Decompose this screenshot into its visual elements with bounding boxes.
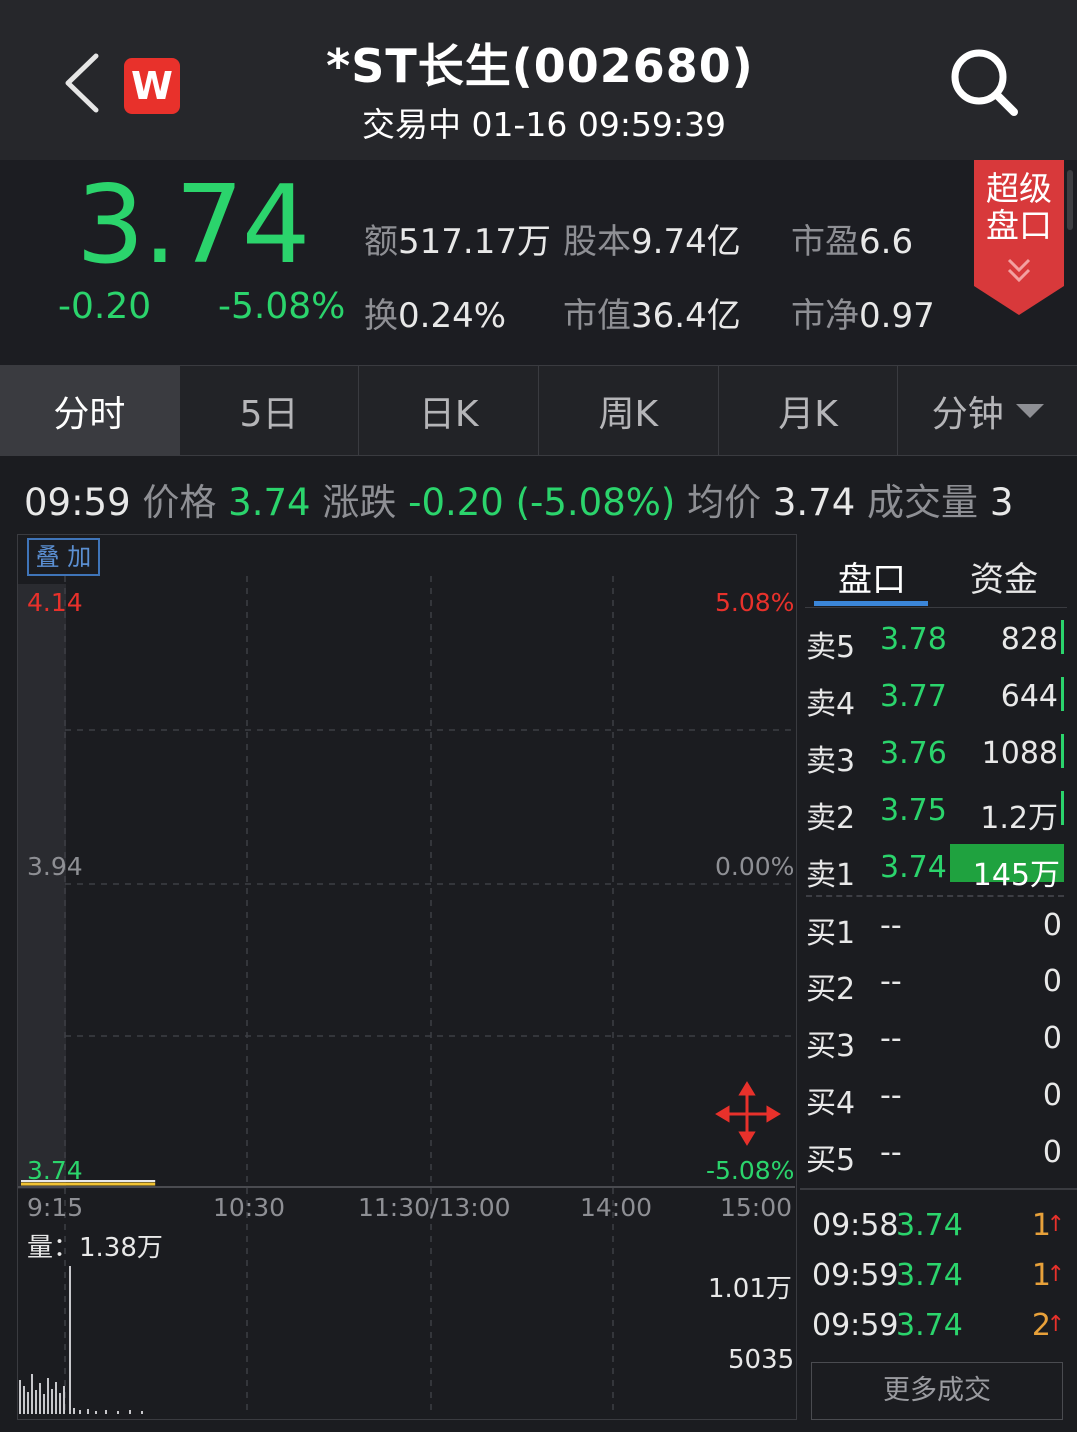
ask-row-2[interactable]: 卖2 3.75 1.2万: [806, 785, 1064, 836]
bid-row-4[interactable]: 买4 -- 0: [806, 1070, 1064, 1121]
chart-canvas: [18, 576, 795, 1414]
tab-weekly-k[interactable]: 周K: [539, 366, 719, 455]
y-axis-mid: 3.94: [27, 852, 83, 881]
volume-bar: [1061, 620, 1064, 654]
volume-axis-mid: 5035: [728, 1345, 795, 1375]
tab-intraday[interactable]: 分时: [0, 366, 180, 455]
crosshair-info: 09:59 价格 3.74 涨跌 -0.20 (-5.08%) 均价 3.74 …: [24, 481, 1014, 524]
back-arrow-icon[interactable]: [58, 52, 108, 114]
pre-market-area: [18, 584, 66, 1189]
stat-pe: 市盈6.6: [791, 222, 914, 262]
tab-daily-k[interactable]: 日K: [359, 366, 540, 455]
divider: [805, 607, 1067, 608]
tab-capital-flow[interactable]: 资金: [970, 552, 1038, 601]
dropdown-caret-icon: [1015, 403, 1044, 418]
tab-minute[interactable]: 分钟: [898, 366, 1077, 455]
volume-label: 量：1.38万: [27, 1233, 163, 1263]
stat-share-capital: 股本9.74亿: [563, 222, 741, 262]
trading-status: 交易中 01-16 09:59:39: [361, 105, 727, 144]
chart-tabs: 分时 5日 日K 周K 月K 分钟: [0, 365, 1077, 456]
pct-axis-top: 5.08%: [715, 588, 795, 617]
up-arrow-icon: ↑: [1046, 1312, 1065, 1337]
volume-axis-top: 1.01万: [708, 1274, 792, 1304]
volume-bar: [1061, 734, 1064, 768]
ask-row-5[interactable]: 卖5 3.78 828: [806, 614, 1064, 665]
overlay-button[interactable]: 叠 加: [27, 538, 100, 576]
stock-title: *ST长生(002680): [326, 39, 754, 93]
super-orderbook-label: 超级盘口: [986, 169, 1052, 245]
y-axis-top: 4.14: [27, 588, 83, 617]
x-axis-label: 15:00: [720, 1193, 793, 1222]
bid-ask-divider: [806, 895, 1064, 897]
chart-grid: [64, 576, 795, 1414]
ask-row-3[interactable]: 卖3 3.76 1088: [806, 728, 1064, 779]
stat-market-cap: 市值36.4亿: [563, 296, 741, 336]
bid-row-5[interactable]: 买5 -- 0: [806, 1127, 1064, 1178]
divider: [800, 1188, 1077, 1190]
x-axis-label: 10:30: [213, 1193, 286, 1222]
ask-row-4[interactable]: 卖4 3.77 644: [806, 671, 1064, 722]
active-tab-indicator: [814, 601, 928, 606]
volume-bar: [1061, 791, 1064, 825]
ask-row-1[interactable]: 卖1 3.74 145万: [806, 842, 1064, 893]
up-arrow-icon: ↑: [1046, 1212, 1065, 1237]
x-axis-label: 11:30/13:00: [358, 1193, 511, 1222]
x-axis-label: 9:15: [27, 1193, 84, 1222]
y-axis-bottom: 3.74: [27, 1156, 83, 1185]
tab-monthly-k[interactable]: 月K: [719, 366, 899, 455]
pct-axis-bottom: -5.08%: [706, 1156, 795, 1185]
tab-minute-label: 分钟: [931, 393, 1004, 435]
more-trades-button[interactable]: 更多成交: [811, 1362, 1063, 1420]
price-change-pct: -5.08%: [218, 286, 346, 327]
up-arrow-icon: ↑: [1046, 1262, 1065, 1287]
bid-row-1[interactable]: 买1 -- 0: [806, 900, 1064, 951]
price-change: -0.20: [58, 286, 152, 327]
scrollbar[interactable]: [1067, 170, 1073, 230]
tab-orderbook[interactable]: 盘口: [838, 552, 906, 601]
volume-bar: [1061, 677, 1064, 711]
app-logo-icon[interactable]: W: [124, 58, 180, 114]
stat-turnover-rate: 换0.24%: [364, 296, 507, 336]
stat-turnover-amount: 额517.17万: [364, 222, 551, 262]
search-icon[interactable]: [946, 44, 1022, 120]
x-axis-label: 14:00: [580, 1193, 653, 1222]
bid-row-3[interactable]: 买3 -- 0: [806, 1013, 1064, 1064]
current-price: 3.74: [76, 163, 310, 288]
pct-axis-mid: 0.00%: [715, 852, 795, 881]
stat-pb: 市净0.97: [791, 296, 935, 336]
volume-bars: [19, 1266, 143, 1414]
tab-5day[interactable]: 5日: [180, 366, 360, 455]
bid-row-2[interactable]: 买2 -- 0: [806, 956, 1064, 1007]
fullscreen-move-icon: [715, 1081, 781, 1146]
